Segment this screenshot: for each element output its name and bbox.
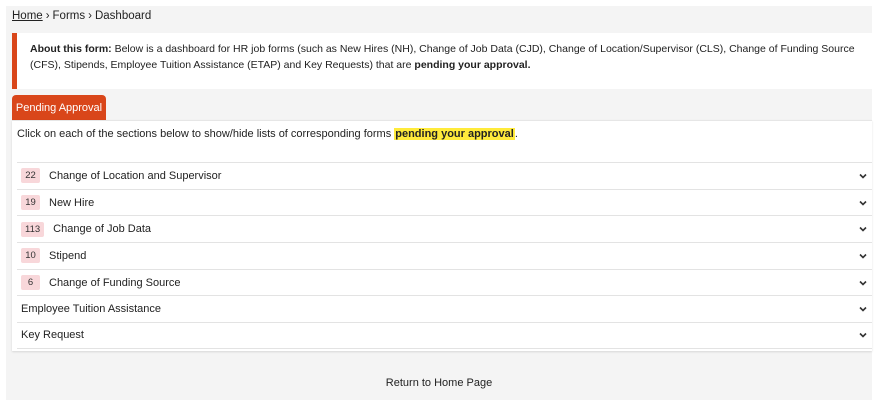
section-label: Employee Tuition Assistance [21, 303, 162, 316]
section-label: Stipend [49, 249, 87, 262]
chevron-down-icon[interactable] [858, 171, 868, 181]
chevron-down-icon[interactable] [858, 251, 868, 261]
chevron-down-icon[interactable] [858, 304, 868, 314]
chevron-down-icon[interactable] [858, 198, 868, 208]
chevron-down-icon[interactable] [858, 330, 868, 340]
panel-intro: Click on each of the sections below to s… [17, 128, 518, 140]
count-badge: 19 [21, 195, 40, 211]
section-list: 22 Change of Location and Supervisor 19 … [17, 162, 872, 349]
section-label: Change of Funding Source [49, 276, 181, 289]
section-change-of-location-and-supervisor[interactable]: 22 Change of Location and Supervisor [17, 162, 872, 189]
section-key-request[interactable]: Key Request [17, 322, 872, 349]
about-form-notice: About this form: Below is a dashboard fo… [12, 33, 872, 89]
return-home-link[interactable]: Return to Home Page [6, 377, 872, 389]
count-badge: 22 [21, 168, 40, 184]
section-change-of-funding-source[interactable]: 6 Change of Funding Source [17, 268, 872, 296]
page-frame: Home › Forms › Dashboard About this form: Be… [6, 6, 872, 400]
section-change-of-job-data[interactable]: 113 Change of Job Data [17, 215, 872, 242]
breadcrumb-forms: Forms [52, 10, 86, 22]
section-label: Key Request [21, 329, 84, 342]
about-label: About this form: [30, 43, 112, 55]
tab-pending-approval[interactable]: Pending Approval [12, 95, 106, 120]
breadcrumb-separator: › [88, 10, 92, 22]
intro-end: . [514, 128, 518, 140]
breadcrumb-home-link[interactable]: Home [12, 10, 43, 22]
intro-highlight: pending your approval [394, 128, 515, 140]
breadcrumb-separator: › [45, 10, 50, 22]
section-new-hire[interactable]: 19 New Hire [17, 188, 872, 216]
section-employee-tuition-assistance[interactable]: Employee Tuition Assistance [17, 295, 872, 322]
chevron-down-icon[interactable] [858, 224, 868, 234]
count-badge: 6 [21, 275, 40, 291]
pending-approval-panel: Click on each of the sections below to s… [12, 120, 872, 351]
breadcrumb: Home › Forms › Dashboard [12, 10, 151, 22]
section-label: New Hire [49, 196, 95, 209]
about-emphasis: pending your approval. [414, 59, 531, 71]
section-label: Change of Location and Supervisor [49, 169, 222, 182]
intro-text: Click on each of the sections below to s… [17, 128, 395, 140]
breadcrumb-current: Dashboard [94, 10, 152, 22]
count-badge: 10 [21, 248, 40, 264]
count-badge: 113 [21, 221, 45, 237]
chevron-down-icon[interactable] [858, 278, 868, 288]
section-label: Change of Job Data [53, 223, 152, 236]
section-stipend[interactable]: 10 Stipend [17, 242, 872, 269]
